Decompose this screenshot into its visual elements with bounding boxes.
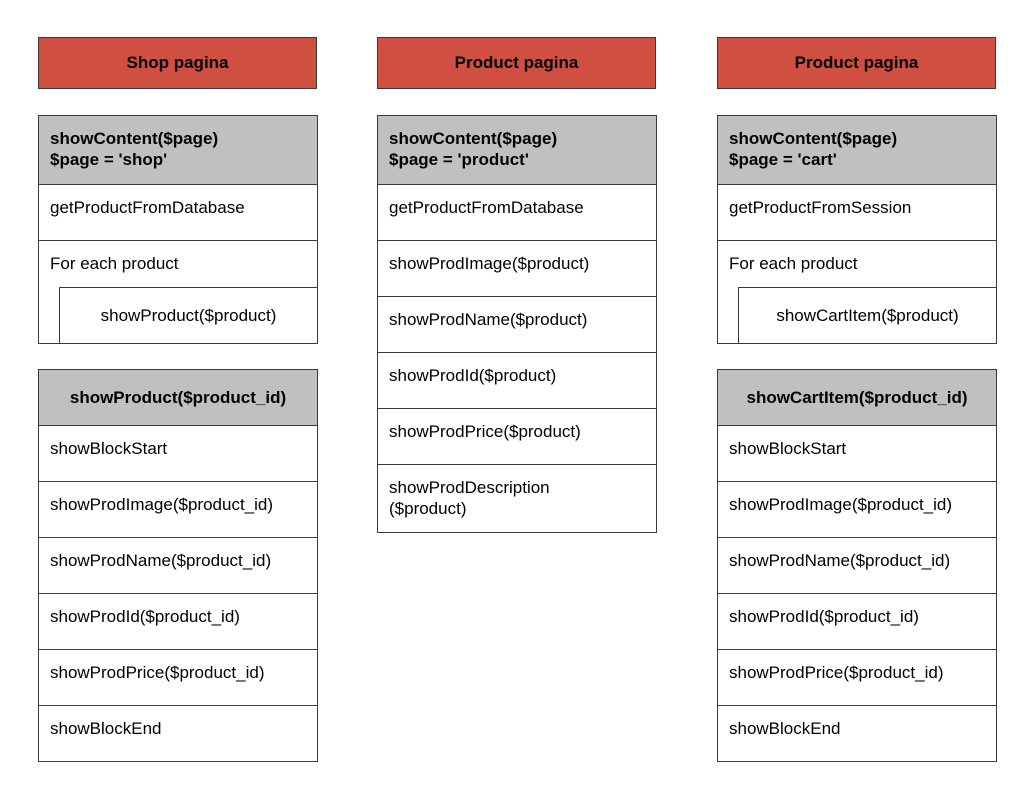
function-row: showProdId($product_id) <box>38 594 318 650</box>
block-title: showContent($page) $page = 'product' <box>377 115 657 185</box>
showcontent-shop-block: showContent($page) $page = 'shop' getPro… <box>38 115 318 344</box>
function-row: showProdPrice($product_id) <box>717 650 997 706</box>
description-line: showProdDescription <box>389 478 550 497</box>
block-title-condition: $page = 'cart' <box>729 150 837 169</box>
showcartitem-function-block: showCartItem($product_id) showBlockStart… <box>717 369 997 762</box>
block-row: getProductFromDatabase <box>377 185 657 241</box>
block-title-line: showContent($page) <box>729 129 898 148</box>
loop-call-box: showProduct($product) <box>59 287 318 344</box>
function-row: showProdImage($product_id) <box>38 482 318 538</box>
loop-label: For each product <box>50 254 179 273</box>
function-row: showBlockStart <box>38 426 318 482</box>
function-row: showBlockEnd <box>717 706 997 762</box>
function-row: showProdName($product_id) <box>717 538 997 594</box>
block-row: getProductFromSession <box>717 185 997 241</box>
header-label: Product pagina <box>794 53 919 72</box>
block-title-condition: $page = 'shop' <box>50 150 168 169</box>
description-line: ($product) <box>389 499 467 518</box>
showcontent-cart-block: showContent($page) $page = 'cart' getPro… <box>717 115 997 344</box>
function-title-label: showCartItem($product_id) <box>746 388 968 407</box>
header-product-pagina: Product pagina <box>377 37 656 89</box>
loop-call-box: showCartItem($product) <box>738 287 997 344</box>
flow-diagram: Shop pagina showContent($page) $page = '… <box>0 0 1035 800</box>
header-shop-pagina: Shop pagina <box>38 37 317 89</box>
block-title-condition: $page = 'product' <box>389 150 529 169</box>
header-label: Shop pagina <box>126 53 229 72</box>
function-row: showBlockEnd <box>38 706 318 762</box>
function-title: showProduct($product_id) <box>38 369 318 426</box>
block-title: showContent($page) $page = 'cart' <box>717 115 997 185</box>
header-label: Product pagina <box>454 53 579 72</box>
block-title-line: showContent($page) <box>389 129 558 148</box>
block-row: showProdName($product) <box>377 297 657 353</box>
function-title-label: showProduct($product_id) <box>69 388 287 407</box>
for-each-loop: For each product showProduct($product) <box>38 241 318 344</box>
function-row: showProdImage($product_id) <box>717 482 997 538</box>
for-each-loop: For each product showCartItem($product) <box>717 241 997 344</box>
block-row: showProdImage($product) <box>377 241 657 297</box>
block-row-description: showProdDescription ($product) <box>377 465 657 533</box>
function-title: showCartItem($product_id) <box>717 369 997 426</box>
loop-call-label: showCartItem($product) <box>776 305 959 325</box>
loop-call-label: showProduct($product) <box>100 305 277 325</box>
showproduct-function-block: showProduct($product_id) showBlockStart … <box>38 369 318 762</box>
function-row: showProdId($product_id) <box>717 594 997 650</box>
block-title: showContent($page) $page = 'shop' <box>38 115 318 185</box>
block-row: showProdPrice($product) <box>377 409 657 465</box>
function-row: showProdName($product_id) <box>38 538 318 594</box>
function-row: showProdPrice($product_id) <box>38 650 318 706</box>
loop-label: For each product <box>729 254 858 273</box>
header-cart-pagina: Product pagina <box>717 37 996 89</box>
showcontent-product-block: showContent($page) $page = 'product' get… <box>377 115 657 533</box>
block-row: getProductFromDatabase <box>38 185 318 241</box>
function-row: showBlockStart <box>717 426 997 482</box>
block-title-line: showContent($page) <box>50 129 219 148</box>
block-row: showProdId($product) <box>377 353 657 409</box>
